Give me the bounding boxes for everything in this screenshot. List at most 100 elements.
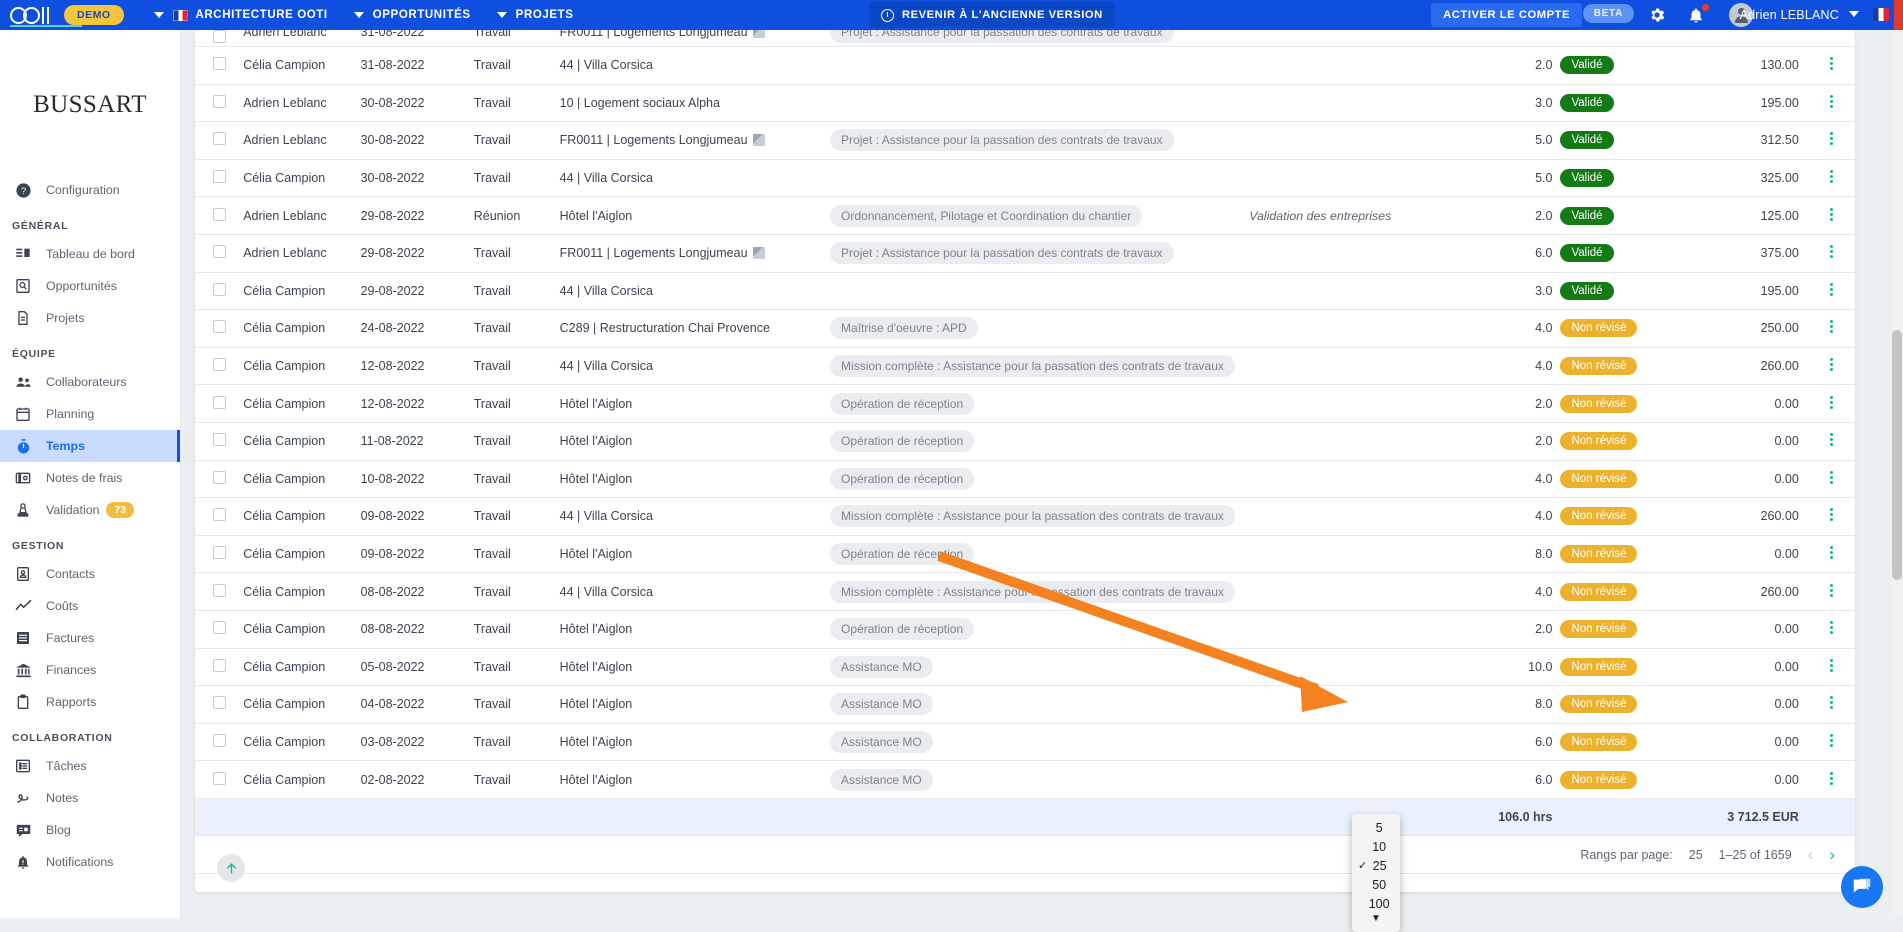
row-menu-button[interactable]: [1809, 686, 1855, 724]
row-checkbox-cell[interactable]: [195, 422, 243, 460]
row-checkbox[interactable]: [213, 57, 226, 70]
row-menu-button[interactable]: [1809, 460, 1855, 498]
row-checkbox-cell[interactable]: [195, 498, 243, 536]
more-vertical-icon[interactable]: [1830, 544, 1833, 561]
row-menu-button[interactable]: [1809, 610, 1855, 648]
table-row[interactable]: Célia Campion29-08-2022Travail44 | Villa…: [195, 272, 1855, 310]
sidebar-item-opportunites[interactable]: Opportunités: [0, 270, 180, 302]
table-row[interactable]: Célia Campion08-08-2022TravailHôtel l'Ai…: [195, 610, 1855, 648]
row-checkbox-cell[interactable]: [195, 648, 243, 686]
sidebar-item-factures[interactable]: Factures: [0, 622, 180, 654]
table-row[interactable]: Célia Campion30-08-2022Travail44 | Villa…: [195, 159, 1855, 197]
sidebar-item-tableau-de-bord[interactable]: Tableau de bord: [0, 238, 180, 270]
row-checkbox[interactable]: [213, 320, 226, 333]
row-checkbox-cell[interactable]: [195, 347, 243, 385]
sidebar-item-configuration[interactable]: ? Configuration: [0, 174, 180, 206]
flag-fr-icon[interactable]: [1873, 8, 1889, 21]
row-checkbox[interactable]: [213, 208, 226, 221]
user-name-label[interactable]: Adrien LEBLANC: [1740, 8, 1839, 22]
rows-per-page-option-50[interactable]: 50: [1352, 875, 1400, 894]
row-checkbox-cell[interactable]: [195, 460, 243, 498]
more-vertical-icon[interactable]: [1830, 93, 1833, 110]
row-checkbox[interactable]: [213, 283, 226, 296]
row-menu-button[interactable]: [1809, 422, 1855, 460]
chevron-down-icon[interactable]: [1849, 11, 1859, 17]
row-checkbox-cell[interactable]: [195, 573, 243, 611]
row-menu-button[interactable]: [1809, 535, 1855, 573]
row-menu-button[interactable]: [1809, 310, 1855, 348]
nav-item-projets[interactable]: PROJETS: [497, 9, 574, 21]
triangle-down-icon[interactable]: ▼: [1352, 913, 1400, 928]
table-row[interactable]: Célia Campion05-08-2022TravailHôtel l'Ai…: [195, 648, 1855, 686]
row-checkbox-cell[interactable]: [195, 761, 243, 799]
table-row[interactable]: Adrien Leblanc30-08-2022Travail10 | Loge…: [195, 84, 1855, 122]
row-menu-button[interactable]: [1809, 761, 1855, 799]
row-checkbox[interactable]: [213, 696, 226, 709]
more-vertical-icon[interactable]: [1830, 770, 1833, 787]
more-vertical-icon[interactable]: [1830, 130, 1833, 147]
sidebar-item-planning[interactable]: Planning: [0, 398, 180, 430]
row-menu-button[interactable]: [1809, 122, 1855, 160]
row-checkbox-cell[interactable]: [195, 610, 243, 648]
table-row[interactable]: Adrien Leblanc29-08-2022TravailFR0011 | …: [195, 234, 1855, 272]
more-vertical-icon[interactable]: [1830, 318, 1833, 335]
row-checkbox-cell[interactable]: [195, 535, 243, 573]
more-vertical-icon[interactable]: [1830, 619, 1833, 636]
row-checkbox[interactable]: [213, 433, 226, 446]
page-scrollbar-thumb[interactable]: [1892, 330, 1902, 580]
table-row[interactable]: Célia Campion03-08-2022TravailHôtel l'Ai…: [195, 723, 1855, 761]
more-vertical-icon[interactable]: [1830, 657, 1833, 674]
activate-account-button[interactable]: ACTIVER LE COMPTE: [1431, 3, 1582, 27]
more-vertical-icon[interactable]: [1830, 55, 1833, 72]
row-checkbox[interactable]: [213, 659, 226, 672]
row-menu-button[interactable]: [1809, 573, 1855, 611]
more-vertical-icon[interactable]: [1830, 356, 1833, 373]
sidebar-item-finances[interactable]: Finances: [0, 654, 180, 686]
row-checkbox-cell[interactable]: [195, 686, 243, 724]
row-menu-button[interactable]: [1809, 47, 1855, 85]
table-row[interactable]: Célia Campion11-08-2022TravailHôtel l'Ai…: [195, 422, 1855, 460]
sidebar-item-taches[interactable]: Tâches: [0, 750, 180, 782]
row-checkbox-cell[interactable]: [195, 234, 243, 272]
sidebar-item-temps[interactable]: Temps: [0, 430, 180, 462]
row-checkbox[interactable]: [213, 170, 226, 183]
rows-per-page-option-5[interactable]: 5: [1352, 818, 1400, 837]
row-checkbox[interactable]: [213, 30, 226, 43]
rows-per-page-select[interactable]: 25: [1689, 848, 1703, 862]
chevron-right-icon[interactable]: ›: [1829, 845, 1835, 865]
table-row[interactable]: Célia Campion02-08-2022TravailHôtel l'Ai…: [195, 761, 1855, 799]
row-checkbox[interactable]: [213, 132, 226, 145]
more-vertical-icon[interactable]: [1830, 243, 1833, 260]
sidebar-item-blog[interactable]: Blog: [0, 814, 180, 846]
rows-per-page-option-10[interactable]: 10: [1352, 837, 1400, 856]
row-menu-button[interactable]: [1809, 648, 1855, 686]
row-menu-button[interactable]: [1809, 234, 1855, 272]
row-checkbox[interactable]: [213, 772, 226, 785]
more-vertical-icon[interactable]: [1830, 582, 1833, 599]
more-vertical-icon[interactable]: [1830, 431, 1833, 448]
more-vertical-icon[interactable]: [1830, 394, 1833, 411]
more-vertical-icon[interactable]: [1830, 281, 1833, 298]
more-vertical-icon[interactable]: [1830, 168, 1833, 185]
table-row[interactable]: Célia Campion09-08-2022Travail44 | Villa…: [195, 498, 1855, 536]
table-row[interactable]: Célia Campion12-08-2022TravailHôtel l'Ai…: [195, 385, 1855, 423]
gear-icon[interactable]: [1648, 6, 1666, 24]
more-vertical-icon[interactable]: [1830, 694, 1833, 711]
sidebar-item-couts[interactable]: Coûts: [0, 590, 180, 622]
table-row[interactable]: Célia Campion12-08-2022Travail44 | Villa…: [195, 347, 1855, 385]
more-vertical-icon[interactable]: [1830, 469, 1833, 486]
table-row[interactable]: Célia Campion24-08-2022TravailC289 | Res…: [195, 310, 1855, 348]
row-menu-button[interactable]: [1809, 723, 1855, 761]
table-row[interactable]: Célia Campion31-08-2022Travail44 | Villa…: [195, 47, 1855, 85]
rows-per-page-option-25[interactable]: ✓25: [1352, 856, 1400, 875]
chevron-down-icon[interactable]: [354, 12, 364, 18]
rows-per-page-option-100[interactable]: 100: [1352, 894, 1400, 913]
row-checkbox-cell[interactable]: [195, 310, 243, 348]
table-row[interactable]: Célia Campion09-08-2022TravailHôtel l'Ai…: [195, 535, 1855, 573]
table-row[interactable]: Célia Campion04-08-2022TravailHôtel l'Ai…: [195, 686, 1855, 724]
more-vertical-icon[interactable]: [1830, 506, 1833, 523]
row-checkbox[interactable]: [213, 734, 226, 747]
row-menu-button[interactable]: [1809, 272, 1855, 310]
row-menu-button[interactable]: [1809, 498, 1855, 536]
row-checkbox[interactable]: [213, 358, 226, 371]
